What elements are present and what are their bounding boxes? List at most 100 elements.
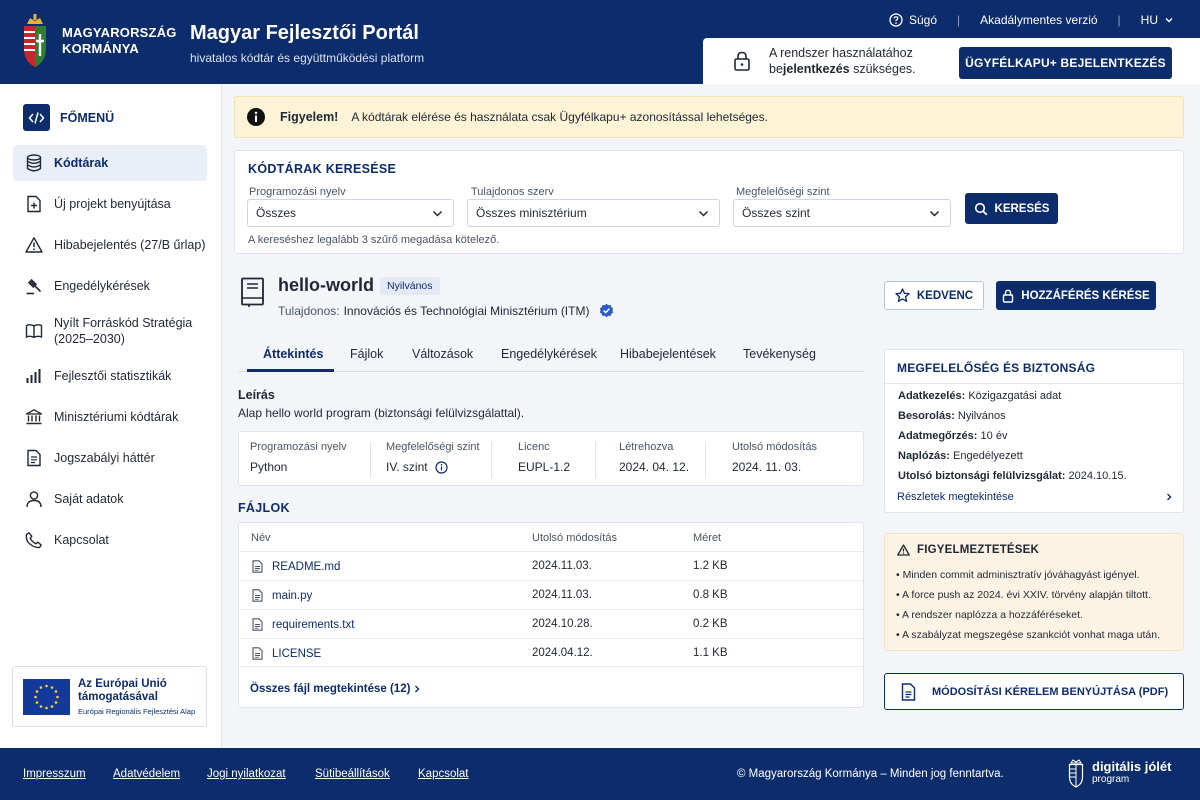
search-button[interactable]: KERESÉS: [965, 193, 1058, 224]
tab-activity[interactable]: Tevékenység: [743, 347, 816, 361]
sidebar-item-ministry-repos[interactable]: Minisztériumi kódtárak: [13, 399, 207, 435]
favorite-button-label: KEDVENC: [916, 289, 974, 302]
request-access-button[interactable]: HOZZÁFÉRÉS KÉRÉSE: [996, 281, 1156, 310]
help-label: Súgó: [908, 13, 938, 27]
meta-label: Licenc: [518, 441, 550, 453]
divider: [885, 383, 1183, 384]
tab-bug-reports[interactable]: Hibabejelentések: [620, 347, 716, 361]
divider: |: [957, 13, 961, 27]
login-notice-line2: bejelentkezés szükséges.: [769, 61, 939, 77]
file-name[interactable]: main.py: [272, 590, 312, 602]
warnings-panel: FIGYELMEZTETÉSEK • Minden commit adminis…: [884, 533, 1184, 651]
language-filter-select[interactable]: Összes: [247, 199, 454, 227]
portal-title: Magyar Fejlesztői Portál: [190, 22, 419, 44]
owner-filter-value: Összes minisztérium: [476, 206, 587, 220]
warning-item: • A force push az 2024. évi XXIV. törvén…: [896, 589, 1151, 601]
login-notice-post: szükséges.: [849, 62, 916, 76]
compliance-item: Utolsó biztonsági felülvizsgálat: 2024.1…: [898, 470, 1127, 482]
compliance-title: MEGFELELŐSÉG ÉS BIZTONSÁG: [897, 361, 1096, 375]
file-size: 0.2 KB: [693, 618, 728, 630]
login-button[interactable]: ÜGYFÉLKAPU+ BEJELENTKEZÉS: [959, 47, 1172, 79]
meta-value: IV. szint: [386, 460, 428, 474]
help-link[interactable]: Súgó: [889, 13, 937, 27]
bar-chart-icon: [24, 366, 44, 386]
file-name[interactable]: README.md: [272, 561, 340, 573]
eu-line3: Európai Regionális Fejlesztési Alap: [78, 706, 196, 716]
description-text: Alap hello world program (biztonsági fel…: [238, 406, 525, 420]
sidebar-item-contact[interactable]: Kapcsolat: [13, 522, 207, 558]
alert-title: Figyelem!: [280, 110, 339, 124]
file-name[interactable]: LICENSE: [272, 648, 321, 660]
tab-overview[interactable]: Áttekintés: [263, 347, 323, 361]
file-date: 2024.11.03.: [532, 589, 592, 601]
files-title: FÁJLOK: [238, 501, 290, 515]
meta-value: 2024. 04. 12.: [619, 460, 690, 474]
sidebar-item-bug-report[interactable]: Hibabejelentés (27/B űrlap): [13, 227, 207, 263]
sidebar-item-open-source-strategy[interactable]: Nyílt Forráskód Stratégia (2025–2030): [13, 309, 207, 353]
repository-tabs: Áttekintés Fájlok Változások Engedélykér…: [238, 340, 864, 372]
language-selector[interactable]: HU: [1141, 13, 1174, 27]
compliance-filter-select[interactable]: Összes szint: [733, 199, 951, 227]
submit-change-request-button[interactable]: MÓDOSÍTÁSI KÉRELEM BENYÚJTÁSA (PDF): [884, 673, 1184, 710]
repository-owner: Tulajdonos: Innovációs és Technológiai M…: [278, 303, 614, 318]
tab-changes[interactable]: Változások: [412, 347, 473, 361]
chevron-down-icon: [698, 210, 709, 217]
view-details-link[interactable]: Részletek megtekintése: [897, 491, 1173, 503]
warning-text: A force push az 2024. évi XXIV. törvény …: [902, 589, 1151, 601]
footer-link-privacy[interactable]: Adatvédelem: [113, 768, 180, 780]
sidebar-item-label: Nyílt Forráskód Stratégia (2025–2030): [54, 316, 193, 346]
top-links: Súgó | Akadálymentes verzió | HU: [889, 13, 1174, 27]
meta-value: EUPL-1.2: [518, 460, 571, 474]
search-title: KÓDTÁRAK KERESÉSE: [248, 162, 397, 176]
sidebar-item-legal-background[interactable]: Jogszabályi háttér: [13, 440, 207, 476]
digital-welfare-logo[interactable]: digitális jólét program: [1068, 758, 1171, 788]
sidebar-item-statistics[interactable]: Fejlesztői statisztikák: [13, 358, 207, 394]
favorite-button[interactable]: KEDVENC: [884, 281, 984, 310]
table-row[interactable]: main.py 2024.11.03. 0.8 KB: [239, 580, 863, 609]
sidebar-item-my-data[interactable]: Saját adatok: [13, 481, 207, 517]
lock-icon: [734, 51, 750, 71]
sidebar-item-label: Minisztériumi kódtárak: [54, 410, 179, 424]
book-icon: [24, 321, 44, 341]
owner-name[interactable]: Innovációs és Technológiai Minisztérium …: [344, 304, 590, 318]
info-circle-icon[interactable]: [434, 460, 448, 474]
sidebar-nav: Kódtárak Új projekt benyújtása Hibabejel…: [13, 145, 207, 563]
meta-value: 2024. 11. 03.: [732, 460, 802, 474]
column-header: Utolsó módosítás: [532, 532, 617, 544]
compliance-key: Adatkezelés:: [898, 390, 966, 402]
footer-link-contact[interactable]: Kapcsolat: [418, 768, 469, 780]
sidebar-item-new-project[interactable]: Új projekt benyújtása: [13, 186, 207, 222]
warning-item: • A rendszer naplózza a hozzáféréseket.: [896, 609, 1083, 621]
file-date: 2024.10.28.: [532, 618, 593, 630]
sidebar-item-repositories[interactable]: Kódtárak: [13, 145, 207, 181]
gov-logo[interactable]: MAGYARORSZÁG KORMÁNYA: [22, 14, 177, 68]
file-name[interactable]: requirements.txt: [272, 619, 354, 631]
table-row[interactable]: README.md 2024.11.03. 1.2 KB: [239, 551, 863, 580]
main-menu-header: FŐMENÜ: [23, 104, 114, 131]
search-button-label: KERESÉS: [994, 202, 1050, 215]
footer: Impresszum Adatvédelem Jogi nyilatkozat …: [0, 748, 1200, 800]
footer-link-imprint[interactable]: Impresszum: [23, 768, 86, 780]
divider: [705, 442, 706, 478]
repository-metadata: Programozási nyelv Python Megfelelőségi …: [238, 431, 864, 486]
view-details-label: Részletek megtekintése: [897, 491, 1014, 503]
chevron-down-icon: [432, 210, 443, 217]
file-size: 0.8 KB: [693, 589, 728, 601]
sidebar-item-permissions[interactable]: Engedélykérések: [13, 268, 207, 304]
database-icon: [24, 153, 44, 173]
footer-link-legal[interactable]: Jogi nyilatkozat: [207, 768, 286, 780]
gov-name-line1: MAGYARORSZÁG: [62, 25, 177, 40]
tab-files[interactable]: Fájlok: [350, 347, 383, 361]
view-all-files-link[interactable]: Összes fájl megtekintése (12): [250, 683, 421, 695]
table-row[interactable]: LICENSE 2024.04.12. 1.1 KB: [239, 638, 863, 667]
request-access-label: HOZZÁFÉRÉS KÉRÉSE: [1021, 289, 1150, 302]
table-row[interactable]: requirements.txt 2024.10.28. 0.2 KB: [239, 609, 863, 638]
compliance-value: 2024.10.15.: [1068, 470, 1127, 482]
file-size: 1.1 KB: [693, 647, 728, 659]
compliance-security-panel: MEGFELELŐSÉG ÉS BIZTONSÁG Adatkezelés: K…: [884, 349, 1184, 513]
tab-permission-requests[interactable]: Engedélykérések: [501, 347, 597, 361]
accessible-version-link[interactable]: Akadálymentes verzió: [980, 13, 1097, 27]
warnings-title: FIGYELMEZTETÉSEK: [917, 544, 1040, 556]
owner-filter-select[interactable]: Összes minisztérium: [467, 199, 720, 227]
footer-link-cookies[interactable]: Sütibeállítások: [315, 768, 390, 780]
